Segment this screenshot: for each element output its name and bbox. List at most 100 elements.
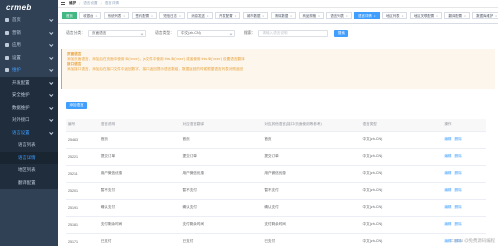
sidebar-item[interactable]: 地区列表 (0, 164, 58, 177)
column-header: 语言说明 (98, 119, 181, 132)
tag-item[interactable]: 收银台 × (79, 12, 102, 19)
sidebar-item[interactable]: 翻译配置 (0, 176, 58, 189)
sidebar-item[interactable]: 对外接口 (0, 114, 58, 127)
sidebar-item[interactable]: 应用 (0, 39, 58, 52)
tag-item[interactable]: 系统列表 × (103, 12, 130, 19)
hamburger-icon[interactable] (61, 2, 65, 5)
edit-link[interactable]: 编辑 (444, 222, 451, 226)
tag-item[interactable]: 地区列表 × (382, 12, 408, 19)
table-cell: 已支付 (98, 233, 181, 246)
table-cell: 首页 (98, 131, 181, 149)
close-icon[interactable]: × (318, 14, 320, 18)
tag-label: 语言列表 (330, 14, 344, 18)
tag-item[interactable]: 消息发送 × (187, 12, 213, 19)
close-icon[interactable]: × (235, 14, 237, 18)
tag-item[interactable]: 城市数据 × (242, 12, 269, 19)
close-icon[interactable]: × (402, 14, 404, 18)
delete-link[interactable]: 删除 (455, 171, 462, 175)
tag-item[interactable]: 开发配置 × (215, 12, 241, 19)
close-icon[interactable]: × (262, 14, 264, 18)
close-icon[interactable]: × (95, 14, 97, 18)
breadcrumb-item[interactable]: 维护 (69, 1, 76, 6)
delete-link[interactable]: 删除 (455, 222, 462, 226)
table-cell: 确认支付 (262, 199, 361, 217)
sidebar-item[interactable]: 营销 (0, 27, 58, 40)
menu-icon (5, 55, 9, 60)
tag-item[interactable]: 短信日志 × (159, 12, 185, 19)
sidebar-item[interactable]: 维护 (0, 64, 58, 77)
table-cell: 提交订单 (262, 148, 361, 166)
tag-item[interactable]: 商品规格 × (298, 12, 324, 19)
chevron-down-icon (49, 92, 54, 97)
close-icon[interactable]: × (464, 14, 466, 18)
type-select[interactable]: 页面语言 (87, 30, 146, 37)
tag-label: 数据库维护 (476, 14, 494, 18)
edit-link[interactable]: 编辑 (444, 171, 451, 175)
logo[interactable]: crmeb (0, 0, 58, 14)
delete-link[interactable]: 删除 (455, 154, 462, 158)
tag-item[interactable]: 首页 (62, 12, 77, 19)
table-cell: 提交订单 (98, 148, 181, 166)
keyword-input[interactable]: 请输入语言说明 (258, 30, 329, 37)
breadcrumb-separator: / (100, 1, 102, 6)
tag-item[interactable]: 语言详情 × (354, 12, 380, 19)
tag-item[interactable]: 数据库维护 × (472, 12, 498, 19)
keyword-label: 搜索： (243, 31, 256, 35)
tag-label: 消息发送 (191, 14, 205, 18)
close-icon[interactable]: × (495, 14, 497, 18)
close-icon[interactable]: × (436, 14, 438, 18)
column-header: 对应其他语言(接口/页面使用等参考) (262, 119, 361, 132)
close-icon[interactable]: × (179, 14, 181, 18)
table-cell: 确认支付 (98, 199, 181, 217)
close-icon[interactable]: × (290, 14, 292, 18)
tag-item[interactable]: 签约配置 × (131, 12, 157, 19)
edit-link[interactable]: 编辑 (444, 137, 451, 141)
delete-link[interactable]: 删除 (455, 188, 462, 192)
chevron-down-icon (49, 42, 54, 47)
close-icon[interactable]: × (151, 14, 153, 18)
tag-item[interactable]: 语言列表 × (326, 12, 352, 19)
table-row: 25463 首页 首页 首页 中文(zh-CN) 编辑 删除 (66, 131, 486, 149)
sidebar-item[interactable]: 语言设置 (0, 126, 58, 139)
table-cell: 25191 (66, 199, 99, 217)
sidebar-item[interactable]: 语言详情 (0, 151, 58, 164)
table-row: 25201 暂不支付 暂不支付 暂不支付 中文(zh-CN) 编辑 删除 (66, 182, 486, 200)
sidebar-item[interactable]: 设置 (0, 52, 58, 65)
tag-item[interactable]: 清除数据 × (270, 12, 297, 19)
tag-item[interactable]: 地区关联配置 × (409, 12, 442, 19)
delete-link[interactable]: 删除 (455, 205, 462, 209)
column-header: 对应语言翻译 (180, 119, 263, 132)
sidebar-item-label: 首页 (12, 17, 21, 23)
search-button[interactable]: 搜索 (334, 30, 349, 37)
language-table: 编号 语言说明 对应语言翻译 对应其他语言(接口/页面使用等参考) 语言类型 操… (66, 119, 486, 246)
close-icon[interactable]: × (123, 14, 125, 18)
table-cell: 支付剩余时间 (262, 216, 361, 234)
sidebar-item[interactable]: 语言列表 (0, 139, 58, 152)
edit-link[interactable]: 编辑 (444, 188, 451, 192)
table-cell: 用户微信优惠 (98, 165, 181, 183)
tag-item[interactable]: 翻译配置 × (444, 12, 470, 19)
sidebar-item-label: 营销 (12, 29, 21, 35)
breadcrumb-item[interactable]: 语言设置 (83, 1, 97, 6)
add-language-button[interactable]: 添加语言 (66, 102, 87, 109)
lang-select[interactable]: 中文(zh-CN) (176, 30, 235, 37)
close-icon[interactable]: × (207, 14, 209, 18)
edit-link[interactable]: 编辑 (444, 205, 451, 209)
sidebar-item[interactable]: 数据维护 (0, 101, 58, 114)
tag-label: 语言详情 (358, 14, 372, 18)
sidebar-item[interactable]: 安全维护 (0, 89, 58, 102)
watermark: CSDN @免费源码编程 (450, 238, 495, 243)
menu-icon (5, 30, 9, 35)
close-icon[interactable]: × (346, 14, 348, 18)
sidebar-item-label: 安全维护 (12, 92, 30, 98)
chevron-down-icon (49, 17, 54, 22)
edit-link[interactable]: 编辑 (444, 154, 451, 158)
delete-link[interactable]: 删除 (455, 137, 462, 141)
sidebar-item[interactable]: 首页 (0, 14, 58, 27)
chevron-down-icon (229, 32, 233, 35)
close-icon[interactable]: × (374, 14, 376, 18)
sidebar-item[interactable]: 开发配置 (0, 76, 58, 89)
table-row: 25191 确认支付 确认支付 确认支付 中文(zh-CN) 编辑 删除 (66, 199, 486, 217)
table-row: 25171 已支付 已支付 已支付 中文(zh-CN) 编辑 删除 (66, 233, 486, 246)
menu-icon (5, 68, 9, 73)
